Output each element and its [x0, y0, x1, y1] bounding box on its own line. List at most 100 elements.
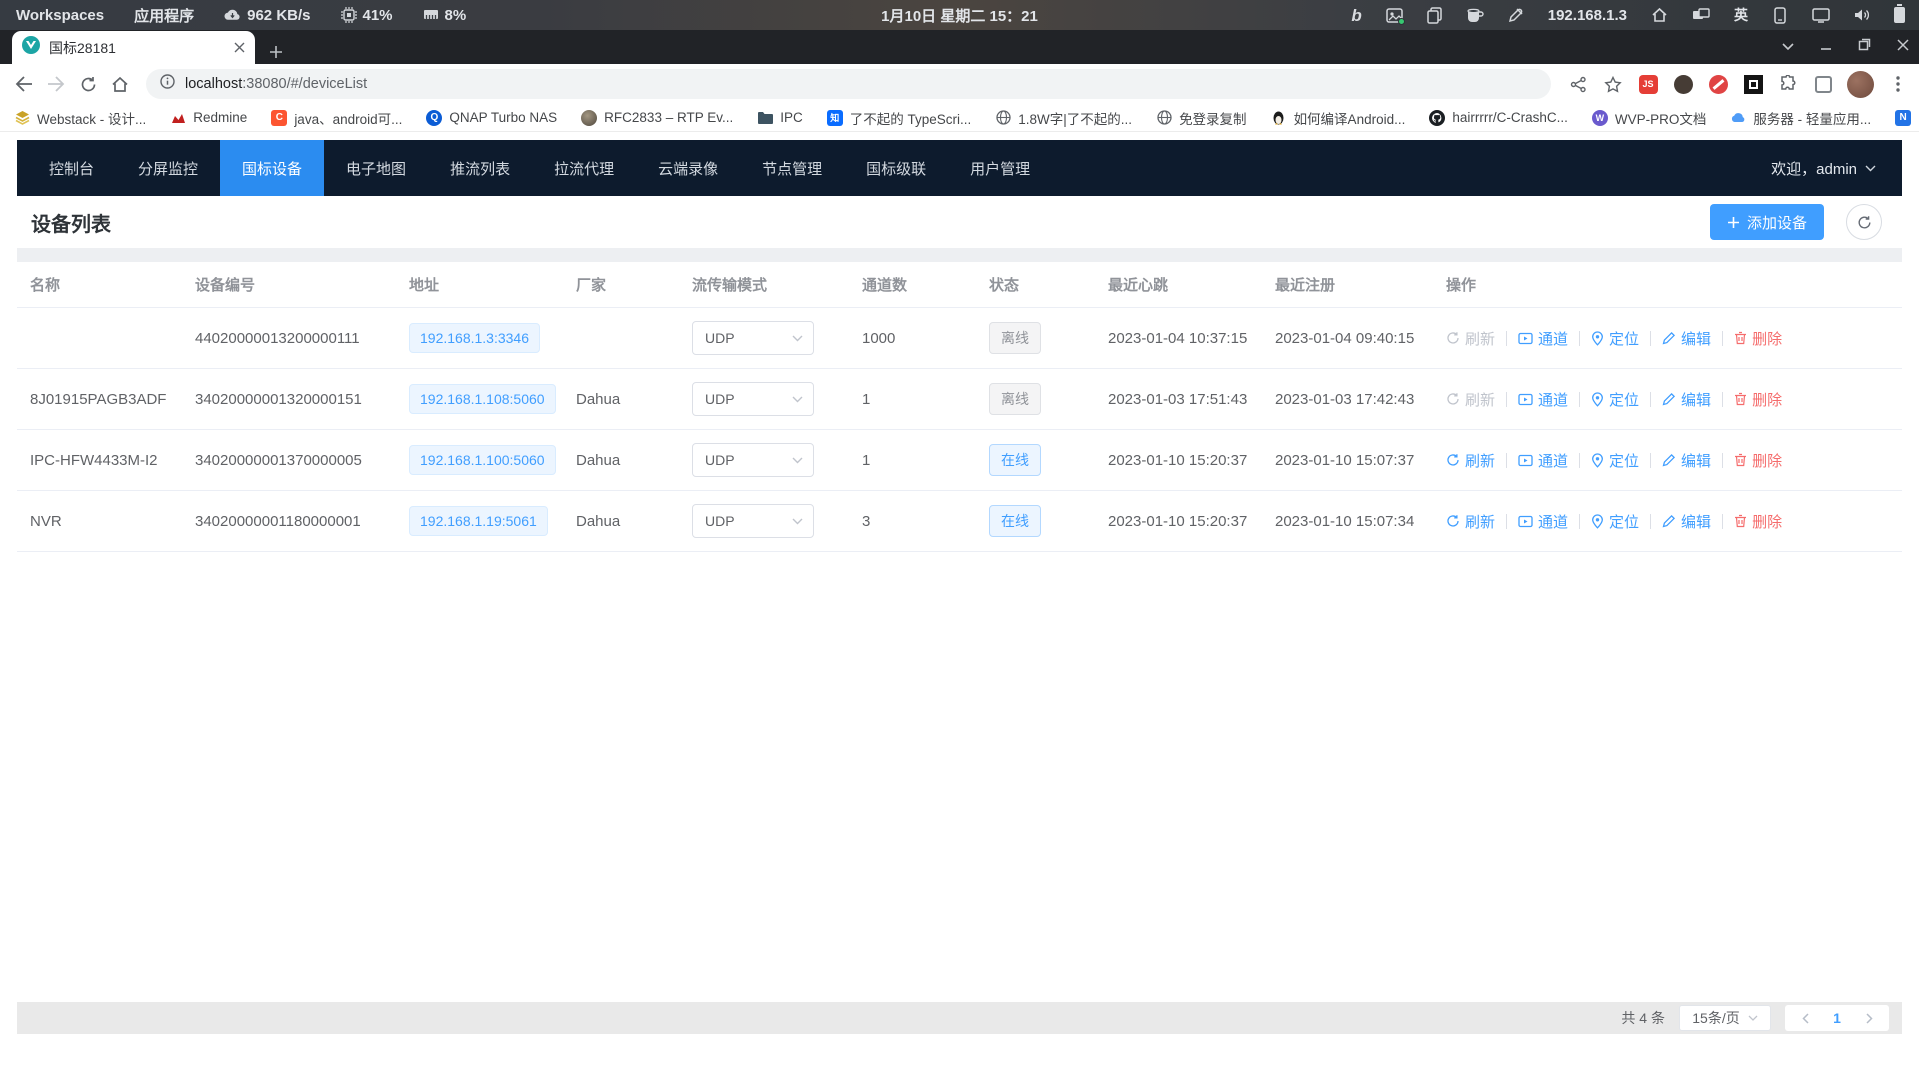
bookmarks-bar: Webstack - 设计... Redmine C java、android可… [0, 104, 1919, 132]
stream-mode-select[interactable]: UDP [692, 321, 814, 355]
locate-action[interactable]: 定位 [1591, 389, 1639, 410]
locate-action[interactable]: 定位 [1591, 511, 1639, 532]
edit-action[interactable]: 编辑 [1662, 389, 1711, 410]
screenshot-tool-icon[interactable] [1386, 8, 1403, 23]
stream-mode-select[interactable]: UDP [692, 504, 814, 538]
stream-mode-select[interactable]: UDP [692, 443, 814, 477]
display-icon[interactable] [1812, 8, 1830, 23]
chevron-down-icon [792, 396, 803, 403]
bookmark-article-1[interactable]: 1.8W字|了不起的... [995, 108, 1132, 128]
bookmark-zhihu-typescript[interactable]: 知 了不起的 TypeScri... [827, 108, 972, 128]
refresh-action[interactable]: 刷新 [1446, 511, 1495, 532]
battery-icon[interactable] [1894, 7, 1905, 23]
page-number[interactable]: 1 [1821, 1005, 1853, 1031]
clock[interactable]: 1月10日 星期二 15：21 [881, 5, 1038, 26]
extension-js-icon[interactable]: JS [1637, 73, 1659, 95]
bookmark-csdn[interactable]: C java、android可... [271, 108, 402, 128]
extension-adblock-icon[interactable] [1707, 73, 1729, 95]
prev-page-button[interactable] [1789, 1005, 1821, 1031]
nav-item-split-monitor[interactable]: 分屏监控 [116, 140, 220, 196]
extensions-puzzle-icon[interactable] [1777, 73, 1799, 95]
tab-search-icon[interactable] [1782, 38, 1794, 56]
edit-action[interactable]: 编辑 [1662, 511, 1711, 532]
input-method-indicator[interactable]: 英 [1734, 5, 1748, 25]
refresh-icon [1446, 453, 1460, 467]
nav-item-cloud-record[interactable]: 云端录像 [636, 140, 740, 196]
phone-link-icon[interactable] [1772, 7, 1788, 24]
bookmark-copy-tool[interactable]: 免登录复制 [1156, 108, 1247, 128]
locate-action[interactable]: 定位 [1591, 450, 1639, 471]
bookmark-qnap[interactable]: Q QNAP Turbo NAS [426, 110, 557, 126]
home-tray-icon[interactable] [1651, 7, 1668, 23]
trash-icon [1734, 392, 1747, 406]
nav-item-pull-proxy[interactable]: 拉流代理 [532, 140, 636, 196]
color-picker-icon[interactable] [1508, 7, 1524, 23]
bookmark-cloud-server[interactable]: 服务器 - 轻量应用... [1730, 108, 1871, 128]
workspaces-switcher-icon[interactable] [1692, 7, 1710, 23]
bookmark-ipc-folder[interactable]: IPC [757, 110, 803, 126]
site-info-icon[interactable] [160, 74, 175, 94]
profile-avatar[interactable] [1847, 71, 1874, 98]
refresh-list-button[interactable] [1846, 204, 1882, 240]
refresh-action[interactable]: 刷新 [1446, 450, 1495, 471]
extension-square-icon[interactable] [1742, 73, 1764, 95]
bookmark-redmine[interactable]: Redmine [170, 110, 247, 126]
share-icon[interactable] [1567, 73, 1589, 95]
nav-item-e-map[interactable]: 电子地图 [324, 140, 428, 196]
nav-item-node-manage[interactable]: 节点管理 [740, 140, 844, 196]
edit-action[interactable]: 编辑 [1662, 328, 1711, 349]
channel-action[interactable]: 通道 [1518, 389, 1568, 410]
clipboard-icon[interactable] [1427, 7, 1442, 24]
nav-item-gb-cascade[interactable]: 国标级联 [844, 140, 948, 196]
reload-button[interactable] [74, 70, 102, 98]
address-bar[interactable]: localhost:38080/#/deviceList [146, 69, 1551, 99]
home-button[interactable] [106, 70, 134, 98]
window-minimize-icon[interactable] [1820, 38, 1832, 56]
search-tray-icon[interactable]: b [1351, 7, 1361, 24]
bookmark-rfc2833[interactable]: RFC2833 – RTP Ev... [581, 110, 733, 126]
channel-action[interactable]: 通道 [1518, 511, 1568, 532]
refresh-icon [1446, 392, 1460, 406]
bookmark-webstack[interactable]: Webstack - 设计... [14, 108, 146, 128]
delete-action[interactable]: 删除 [1734, 450, 1782, 471]
add-device-button[interactable]: 添加设备 [1710, 204, 1824, 240]
extension-dark-icon[interactable] [1672, 73, 1694, 95]
window-close-icon[interactable] [1897, 38, 1909, 56]
edit-action[interactable]: 编辑 [1662, 450, 1711, 471]
stream-mode-select[interactable]: UDP [692, 382, 814, 416]
channel-action[interactable]: 通道 [1518, 328, 1568, 349]
tab-favicon [22, 36, 40, 59]
locate-action[interactable]: 定位 [1591, 328, 1639, 349]
delete-action[interactable]: 删除 [1734, 328, 1782, 349]
device-name: IPC-HFW4433M-I2 [30, 452, 195, 469]
next-page-button[interactable] [1853, 1005, 1885, 1031]
forward-button[interactable] [42, 70, 70, 98]
user-menu[interactable]: 欢迎，admin [1771, 140, 1876, 196]
applications-menu[interactable]: 应用程序 [134, 5, 194, 26]
nav-item-gb-devices[interactable]: 国标设备 [220, 140, 324, 196]
volume-icon[interactable] [1854, 8, 1870, 22]
back-button[interactable] [10, 70, 38, 98]
browser-menu-icon[interactable] [1887, 73, 1909, 95]
ip-address-indicator[interactable]: 192.168.1.3 [1548, 7, 1627, 24]
bookmark-star-icon[interactable] [1602, 73, 1624, 95]
nav-item-user-manage[interactable]: 用户管理 [948, 140, 1052, 196]
window-restore-icon[interactable] [1858, 38, 1871, 56]
extension-frame-icon[interactable] [1812, 73, 1834, 95]
page-size-select[interactable]: 15条/页 [1679, 1005, 1771, 1031]
browser-tab[interactable]: 国标28181 [12, 31, 255, 64]
bookmark-github[interactable]: hairrrrr/C-CrashC... [1429, 110, 1568, 126]
pager: 1 [1785, 1005, 1889, 1031]
bookmark-android-build[interactable]: 如何编译Android... [1271, 108, 1406, 128]
nav-item-push-list[interactable]: 推流列表 [428, 140, 532, 196]
delete-action[interactable]: 删除 [1734, 511, 1782, 532]
channel-action[interactable]: 通道 [1518, 450, 1568, 471]
bookmark-wvp-docs[interactable]: W WVP-PRO文档 [1592, 108, 1707, 128]
tab-close-icon[interactable] [234, 42, 245, 53]
delete-action[interactable]: 删除 [1734, 389, 1782, 410]
bookmark-hdatmos[interactable]: N HDAtmos :: 种子 *... [1895, 108, 1919, 128]
caffeine-icon[interactable] [1466, 8, 1484, 23]
workspaces-button[interactable]: Workspaces [16, 7, 104, 24]
nav-item-console[interactable]: 控制台 [27, 140, 116, 196]
new-tab-button[interactable] [269, 45, 283, 59]
